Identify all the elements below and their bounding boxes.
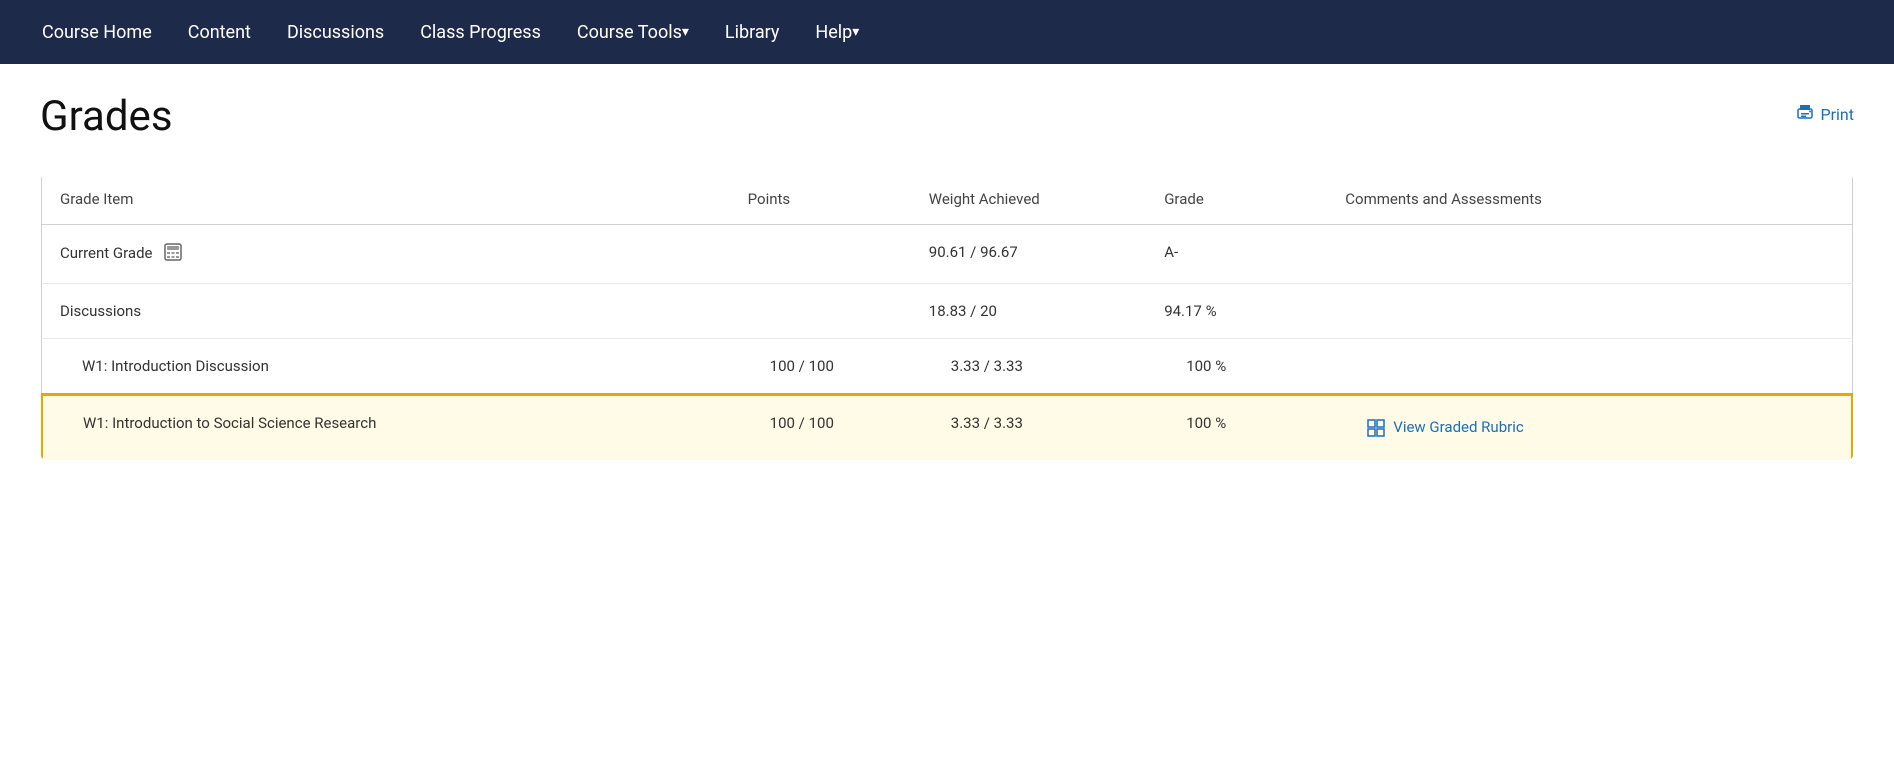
weight-cell: 18.83 / 20 xyxy=(911,284,1146,339)
nav-discussions[interactable]: Discussions xyxy=(269,0,402,64)
view-graded-rubric-link[interactable]: View Graded Rubric xyxy=(1367,418,1833,442)
col-header-weight: Weight Achieved xyxy=(911,174,1146,225)
col-header-grade: Grade xyxy=(1146,174,1327,225)
comments-cell xyxy=(1327,284,1852,339)
col-header-grade-item: Grade Item xyxy=(42,174,730,225)
print-icon xyxy=(1795,102,1815,127)
grade-item-cell: W1: Introduction Discussion xyxy=(42,339,730,395)
comments-cell: View Graded Rubric xyxy=(1327,395,1852,461)
rubric-icon xyxy=(1367,419,1385,442)
nav-course-home[interactable]: Course Home xyxy=(24,0,170,64)
points-cell: 100 / 100 xyxy=(730,339,911,395)
nav-content[interactable]: Content xyxy=(170,0,269,64)
grades-table: Grade Item Points Weight Achieved Grade … xyxy=(40,173,1854,461)
col-header-points: Points xyxy=(730,174,911,225)
table-row: W1: Introduction Discussion 100 / 100 3.… xyxy=(42,339,1853,395)
weight-cell: 90.61 / 96.67 xyxy=(911,225,1146,284)
points-cell xyxy=(730,225,911,284)
points-cell xyxy=(730,284,911,339)
table-row-highlighted: W1: Introduction to Social Science Resea… xyxy=(42,395,1853,461)
grade-item-label: Current Grade xyxy=(60,244,153,262)
grade-item-cell: Current Grade xyxy=(42,225,730,284)
weight-cell: 3.33 / 3.33 xyxy=(911,339,1146,395)
comments-cell xyxy=(1327,339,1852,395)
nav-library[interactable]: Library xyxy=(707,0,798,64)
print-button[interactable]: Print xyxy=(1795,102,1854,127)
nav-help[interactable]: Help xyxy=(797,0,877,64)
table-header-row: Grade Item Points Weight Achieved Grade … xyxy=(42,174,1853,225)
col-header-comments: Comments and Assessments xyxy=(1327,174,1852,225)
table-row: Discussions 18.83 / 20 94.17 % xyxy=(42,284,1853,339)
page-title: Grades xyxy=(40,92,173,141)
grade-cell: 100 % xyxy=(1146,395,1327,461)
weight-cell: 3.33 / 3.33 xyxy=(911,395,1146,461)
nav-class-progress[interactable]: Class Progress xyxy=(402,0,559,64)
grade-cell: A- xyxy=(1146,225,1327,284)
table-row: Current Grade 90.61 / 96.67 A- xyxy=(42,225,1853,284)
grade-cell: 94.17 % xyxy=(1146,284,1327,339)
print-label: Print xyxy=(1821,105,1854,124)
page-content: Grades Print Grade Item Points Weight Ac… xyxy=(0,64,1894,489)
rubric-link-label: View Graded Rubric xyxy=(1393,418,1523,436)
main-nav: Course Home Content Discussions Class Pr… xyxy=(0,0,1894,64)
comments-cell xyxy=(1327,225,1852,284)
page-header: Grades Print xyxy=(40,92,1854,141)
nav-course-tools[interactable]: Course Tools xyxy=(559,0,707,64)
calculator-icon xyxy=(164,243,182,265)
grade-cell: 100 % xyxy=(1146,339,1327,395)
grade-item-cell: Discussions xyxy=(42,284,730,339)
points-cell: 100 / 100 xyxy=(730,395,911,461)
grade-item-cell: W1: Introduction to Social Science Resea… xyxy=(42,395,730,461)
